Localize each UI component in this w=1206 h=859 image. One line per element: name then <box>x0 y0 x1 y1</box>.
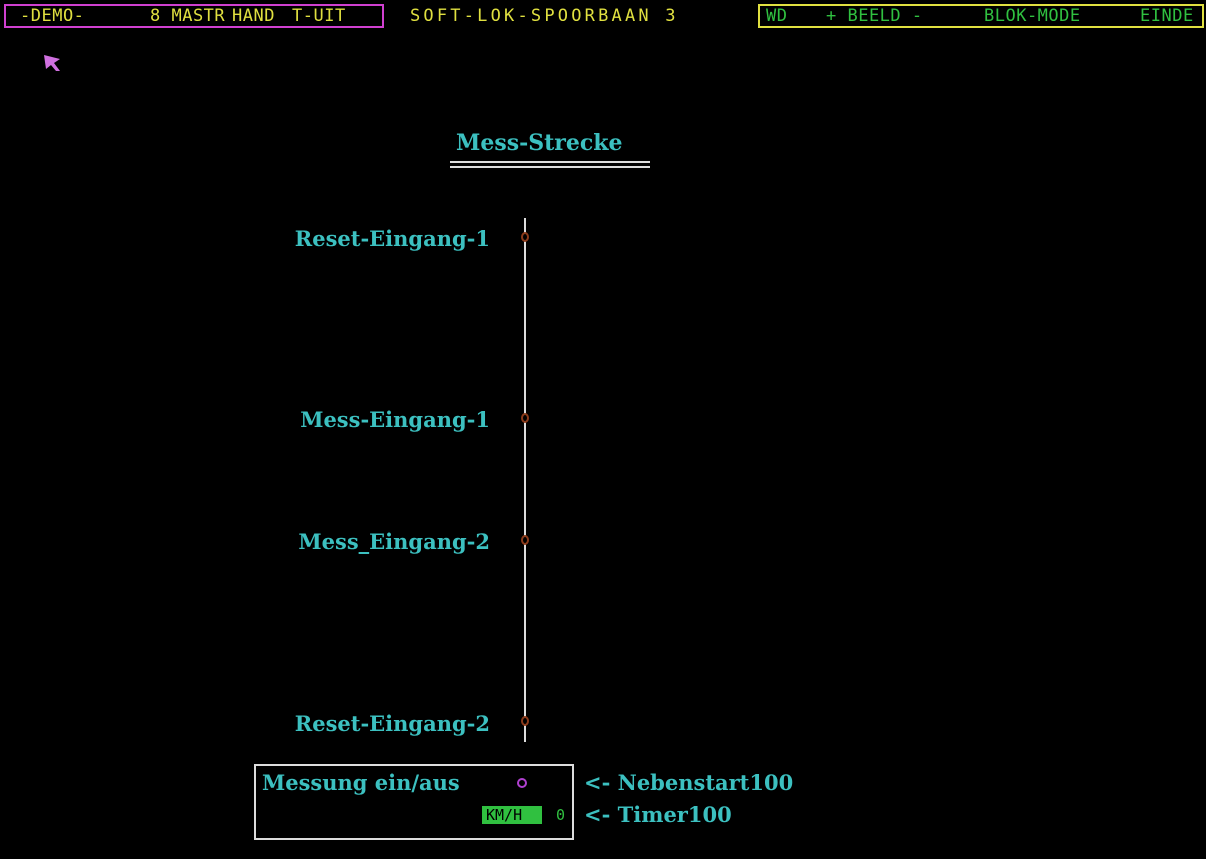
menu-hand[interactable]: HAND <box>232 4 275 28</box>
sensor-label-mess-2: Mess_Eingang-2 <box>298 529 490 554</box>
measurement-toggle-label: Messung ein/aus <box>262 770 460 795</box>
page-title: Mess-Strecke <box>456 130 623 156</box>
menu-beeld[interactable]: + BEELD - <box>826 4 923 28</box>
menu-8-mastr[interactable]: 8 MASTR <box>150 4 225 28</box>
speed-unit-display: KM/H <box>482 806 542 824</box>
sensor-mess-2[interactable] <box>521 535 529 545</box>
sensor-label-reset-1: Reset-Eingang-1 <box>294 226 490 251</box>
sensor-label-mess-1: Mess-Eingang-1 <box>300 407 490 432</box>
title-underline-bottom <box>450 166 650 168</box>
menu-einde[interactable]: EINDE <box>1140 4 1194 28</box>
menu-t-uit[interactable]: T-UIT <box>292 4 346 28</box>
sensor-reset-1[interactable] <box>521 232 529 242</box>
menu-wd[interactable]: WD <box>766 4 787 28</box>
link-timer: <- Timer100 <box>584 802 732 827</box>
measurement-toggle[interactable] <box>517 778 527 788</box>
menu-blok-mode[interactable]: BLOK-MODE <box>984 4 1081 28</box>
right-menu-box <box>758 4 1204 28</box>
measurement-track <box>524 218 526 742</box>
app-title: SOFT-LOK-SPOORBAAN 3 <box>410 6 679 26</box>
link-nebenstart: <- Nebenstart100 <box>584 770 794 795</box>
demo-label: -DEMO- <box>20 6 85 26</box>
mouse-cursor-icon <box>44 55 60 71</box>
sensor-label-reset-2: Reset-Eingang-2 <box>294 711 490 736</box>
top-menubar: -DEMO- 8 MASTR HAND T-UIT SOFT-LOK-SPOOR… <box>0 0 1206 30</box>
sensor-mess-1[interactable] <box>521 413 529 423</box>
sensor-reset-2[interactable] <box>521 716 529 726</box>
speed-value: 0 <box>556 806 566 824</box>
title-underline-top <box>450 161 650 163</box>
